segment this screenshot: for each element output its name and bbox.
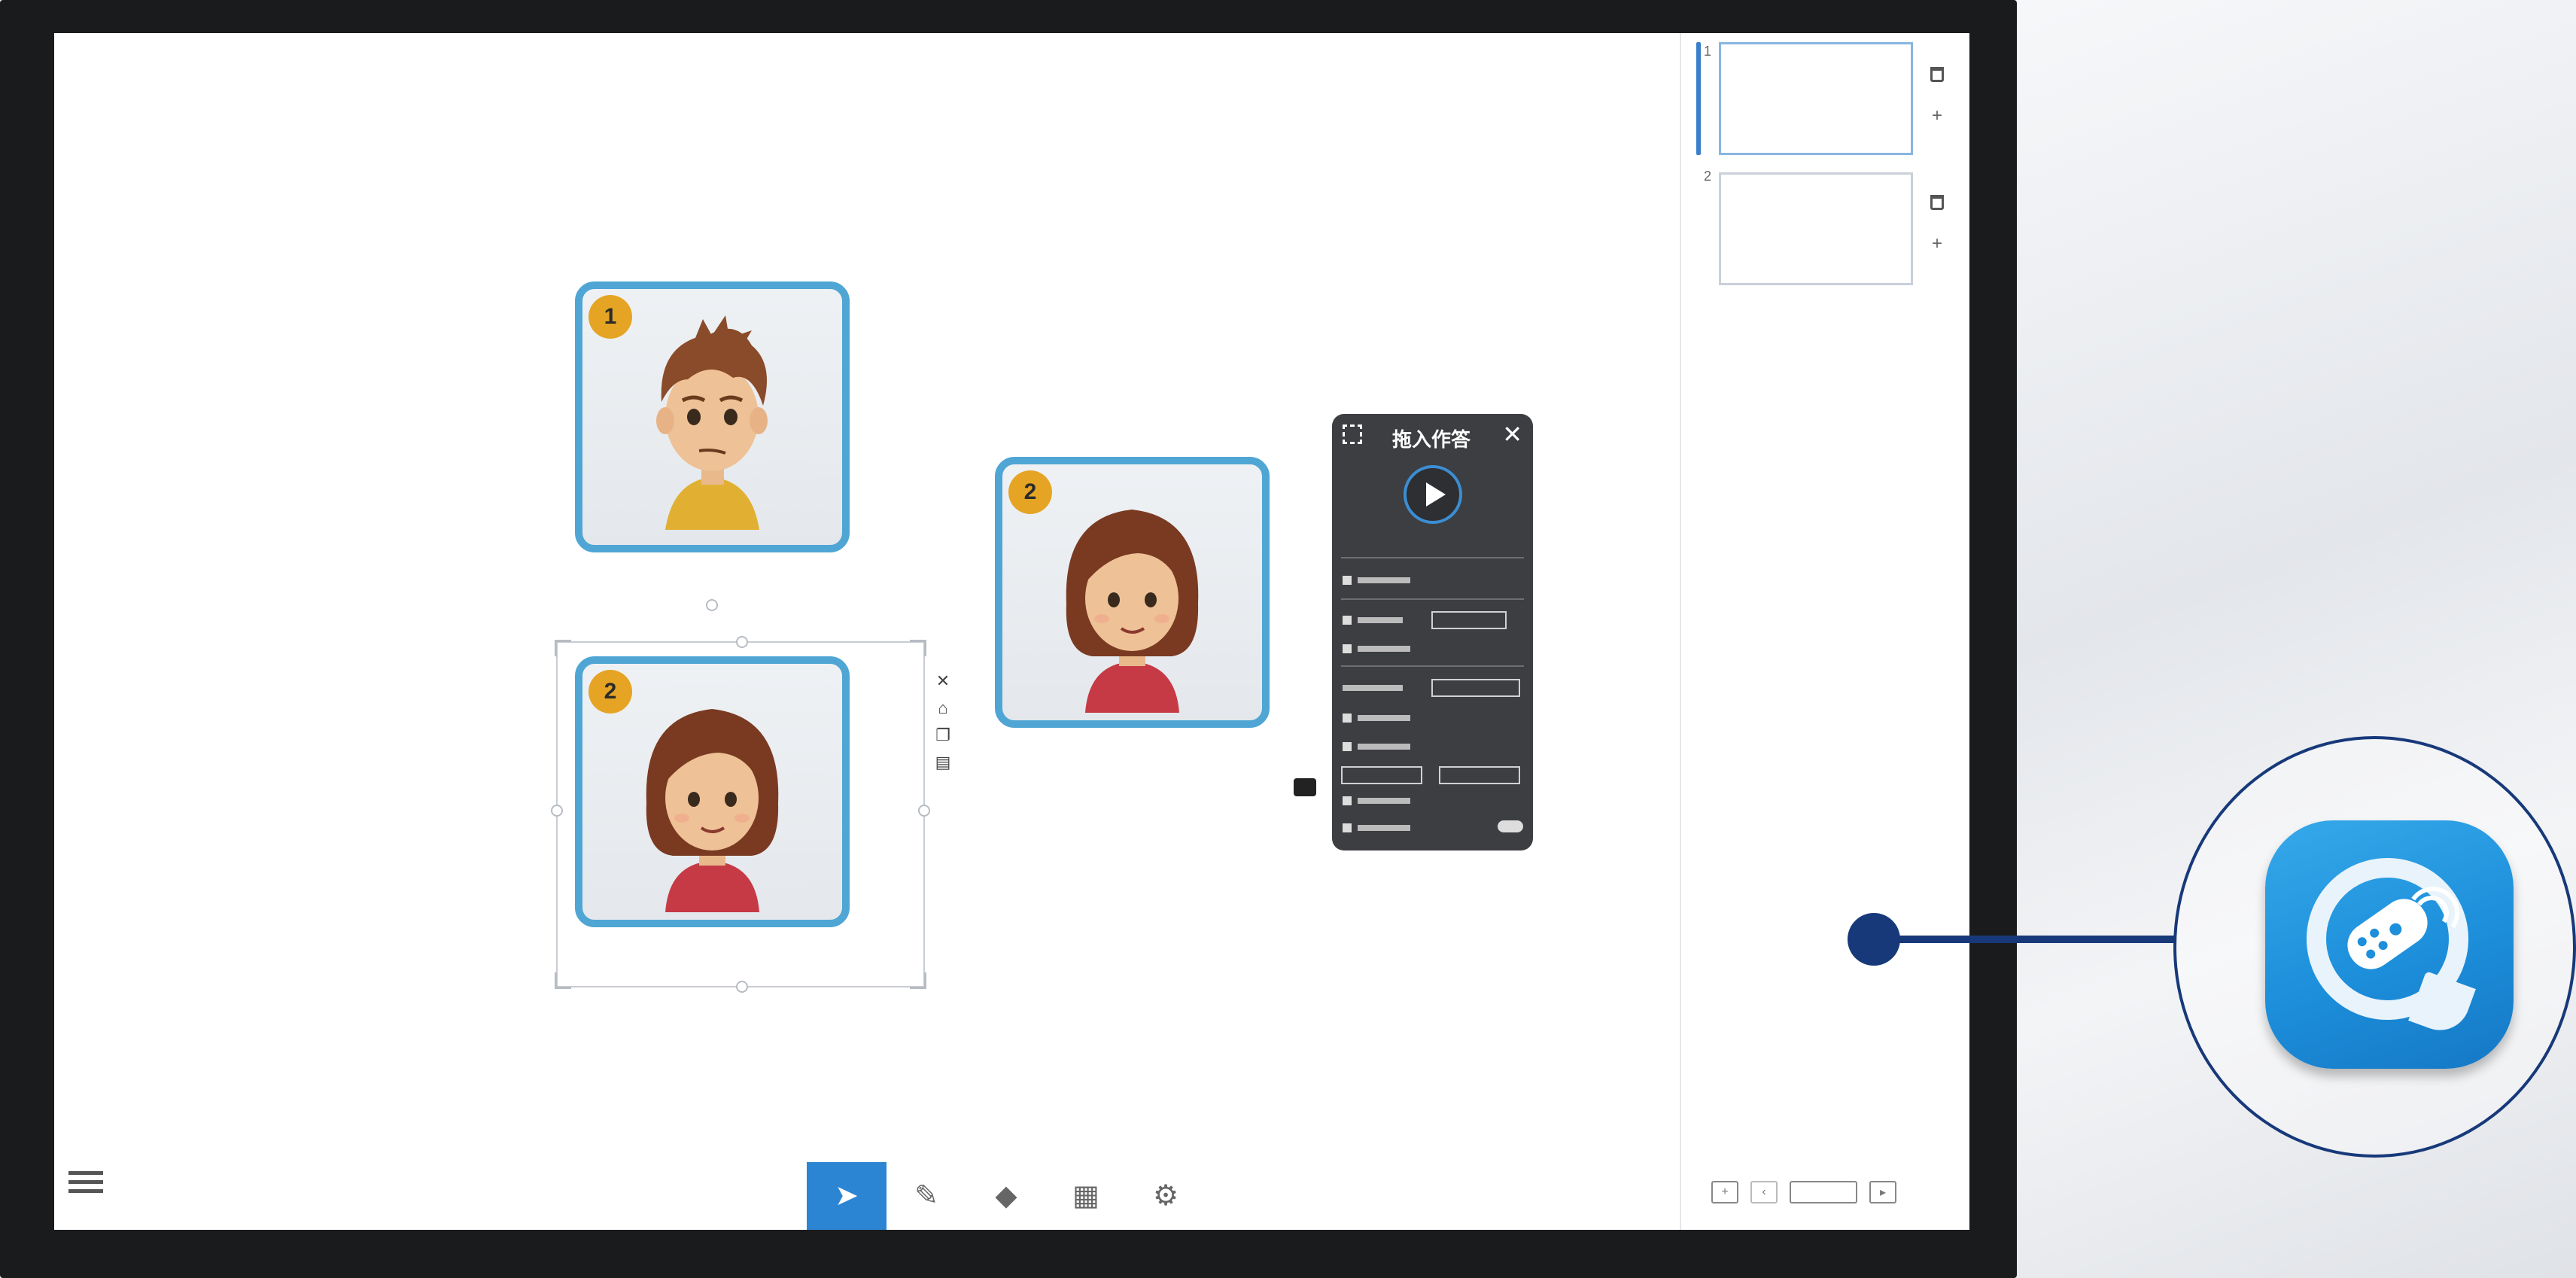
dialog-option[interactable] xyxy=(1343,742,1410,751)
dialog-option[interactable] xyxy=(1343,823,1410,832)
bottom-toolbar: ➤ ✎ ◆ ▦ ⚙ xyxy=(807,1162,1206,1230)
slide-number: 2 xyxy=(1704,169,1712,184)
slide-thumbnail-1[interactable] xyxy=(1719,42,1913,155)
dialog-select[interactable] xyxy=(1431,611,1507,629)
slide-navigation-bar: + ‹ ▸ xyxy=(1681,1155,1969,1230)
copy-icon[interactable]: ❐ xyxy=(933,726,953,745)
rotate-handle[interactable] xyxy=(706,599,718,611)
slide-number: 1 xyxy=(1704,44,1712,59)
avatar-card-girl-selected[interactable]: 2 xyxy=(575,656,850,927)
more-icon[interactable]: ▤ xyxy=(933,753,953,772)
remote-control-app-icon[interactable] xyxy=(2265,820,2514,1069)
dialog-divider xyxy=(1341,598,1524,600)
dialog-option[interactable] xyxy=(1343,616,1403,625)
dialog-option[interactable] xyxy=(1343,576,1410,585)
resize-handle-bottom[interactable] xyxy=(736,981,748,993)
dialog-divider xyxy=(1341,557,1524,558)
trash-icon xyxy=(1930,195,1944,210)
resize-handle-bl[interactable] xyxy=(555,972,571,989)
tool-pen[interactable]: ✎ xyxy=(887,1162,966,1230)
dialog-input[interactable] xyxy=(1341,766,1422,784)
slide-thumbnail-panel: 1 + 2 + + ‹ ▸ xyxy=(1680,33,1969,1230)
lock-icon[interactable]: ⌂ xyxy=(933,698,953,718)
resize-handle-tl[interactable] xyxy=(555,640,571,656)
tool-select[interactable]: ➤ xyxy=(807,1162,887,1230)
play-icon xyxy=(1426,482,1446,507)
toggle-switch[interactable] xyxy=(1498,820,1523,832)
delete-slide-button[interactable] xyxy=(1926,63,1948,86)
add-slide-button[interactable]: + xyxy=(1926,233,1948,255)
callout-connector-line xyxy=(1874,936,2175,943)
plus-icon: + xyxy=(1931,105,1942,126)
whiteboard-screen: 1 ✕ ⌂ ❐ ▤ 2 2 拖入作答 ✕ ➤ ✎ ◆ ▦ ⚙ 1 + 2 + +… xyxy=(54,33,1969,1230)
main-menu-button[interactable] xyxy=(65,1171,107,1193)
new-slide-button[interactable]: + xyxy=(1711,1181,1738,1203)
interactive-whiteboard-monitor: 1 ✕ ⌂ ❐ ▤ 2 2 拖入作答 ✕ ➤ ✎ ◆ ▦ ⚙ 1 + 2 + +… xyxy=(0,0,2017,1278)
dialog-option[interactable] xyxy=(1343,714,1410,723)
slide-counter-button[interactable] xyxy=(1790,1181,1857,1203)
resize-handle-right[interactable] xyxy=(918,805,930,817)
close-icon[interactable]: ✕ xyxy=(1502,420,1522,449)
dialog-input[interactable] xyxy=(1439,766,1520,784)
resize-handle-br[interactable] xyxy=(910,972,926,989)
hamburger-icon xyxy=(68,1171,103,1175)
resize-handle-top[interactable] xyxy=(736,636,748,648)
cursor-arrow-icon: ➤ xyxy=(835,1180,859,1212)
play-button[interactable] xyxy=(1404,465,1462,524)
callout-anchor-dot xyxy=(1848,913,1900,966)
active-slide-indicator xyxy=(1696,42,1701,155)
tool-eraser[interactable]: ◆ xyxy=(966,1162,1046,1230)
trash-icon xyxy=(1930,67,1944,82)
dialog-select[interactable] xyxy=(1431,679,1520,697)
delete-slide-button[interactable] xyxy=(1926,191,1948,214)
dialog-option[interactable] xyxy=(1343,796,1410,805)
add-slide-button[interactable]: + xyxy=(1926,105,1948,127)
previous-slide-button[interactable]: ‹ xyxy=(1750,1181,1778,1203)
close-icon[interactable]: ✕ xyxy=(933,671,953,691)
avatar-card-girl[interactable]: 2 xyxy=(995,457,1270,728)
slide-thumbnail-2[interactable] xyxy=(1719,172,1913,285)
dialog-title: 拖入作答 xyxy=(1392,428,1471,451)
play-slides-button[interactable]: ▸ xyxy=(1869,1181,1896,1203)
toolbox-icon: ▦ xyxy=(1072,1180,1099,1212)
drag-answer-settings-dialog: 拖入作答 ✕ xyxy=(1332,414,1533,850)
avatar-card-boy[interactable]: 1 xyxy=(575,281,850,552)
resize-handle-tr[interactable] xyxy=(910,640,926,656)
camera-icon[interactable] xyxy=(1294,778,1316,796)
dialog-option[interactable] xyxy=(1343,644,1410,653)
dialog-option[interactable] xyxy=(1343,685,1403,691)
tool-settings[interactable]: ⚙ xyxy=(1126,1162,1206,1230)
eraser-icon: ◆ xyxy=(995,1180,1017,1212)
dialog-divider xyxy=(1341,665,1524,667)
gear-icon: ⚙ xyxy=(1152,1180,1179,1212)
resize-handle-left[interactable] xyxy=(551,805,563,817)
expand-icon[interactable] xyxy=(1343,424,1362,444)
plus-icon: + xyxy=(1931,233,1942,254)
pen-icon: ✎ xyxy=(914,1180,938,1212)
selection-toolbar: ✕ ⌂ ❐ ▤ xyxy=(933,671,956,772)
tool-toolbox[interactable]: ▦ xyxy=(1046,1162,1126,1230)
